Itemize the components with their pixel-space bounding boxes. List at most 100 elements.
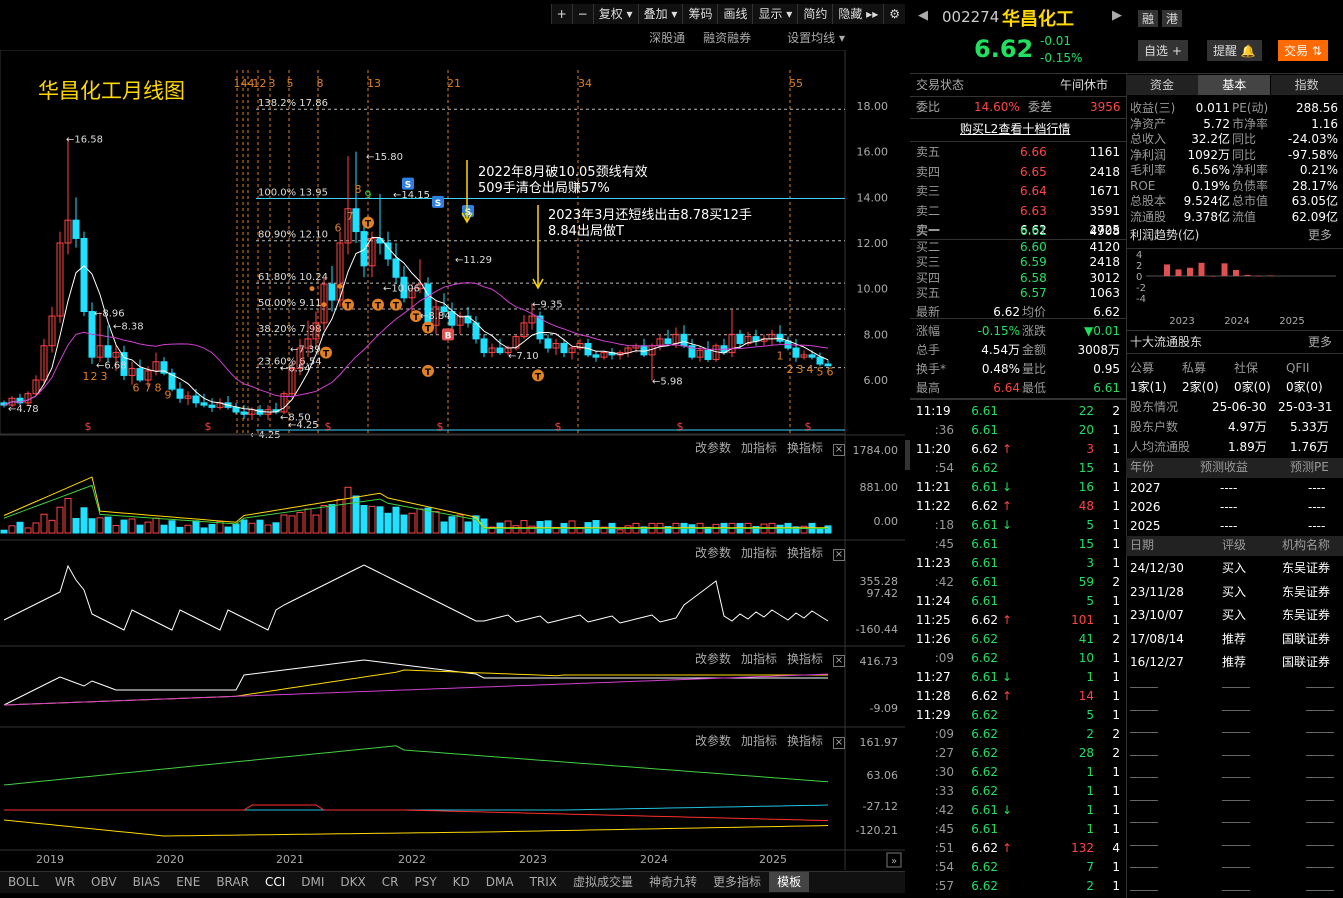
panel-2-add[interactable]: 加指标	[741, 546, 777, 560]
panel-4-close-icon[interactable]: ×	[833, 737, 845, 749]
indicator-tab[interactable]: 神奇九转	[641, 872, 705, 892]
fund-label-2: 流值	[1232, 209, 1257, 224]
prev-stock-icon[interactable]: ◀	[918, 8, 928, 23]
quote-value: 0.48%	[981, 362, 1020, 376]
display-button[interactable]: 显示 ▾	[752, 4, 798, 24]
shen-button[interactable]: 深股通	[649, 31, 685, 45]
rating-value: 推荐	[1222, 631, 1247, 646]
panel-2-params[interactable]: 改参数	[695, 546, 731, 560]
rong-badge[interactable]: 融	[1138, 10, 1159, 27]
tick-time: 11:20	[916, 442, 951, 456]
quote-value: -0.15%	[977, 324, 1020, 338]
empty-row-dash	[1306, 777, 1334, 778]
info-tab[interactable]: 基本	[1198, 75, 1271, 95]
panel-1-params[interactable]: 改参数	[695, 441, 731, 455]
info-tab[interactable]: 资金	[1126, 75, 1198, 95]
indicator-tab[interactable]: BOLL	[0, 872, 47, 892]
indicator-tab[interactable]: TRIX	[522, 872, 565, 892]
holder-col: QFII	[1286, 361, 1310, 375]
panel-4-params[interactable]: 改参数	[695, 734, 731, 748]
ratings-h1: 日期	[1130, 538, 1155, 552]
trade-button[interactable]: 交易 ⇅	[1278, 40, 1328, 61]
panel-3-switch[interactable]: 换指标	[787, 652, 823, 666]
tick-time: 11:27	[916, 670, 951, 684]
candle-body	[664, 338, 672, 344]
indicator-tab[interactable]: DKX	[332, 872, 373, 892]
panel-1-close-icon[interactable]: ×	[833, 444, 845, 456]
tick-volume: 5	[1086, 708, 1094, 722]
fib-number: 5	[287, 77, 294, 90]
indicator-tab[interactable]: 模板	[769, 872, 810, 892]
forecast-h2: 预测收益	[1200, 460, 1249, 474]
settings-gear-icon[interactable]: ⚙	[883, 4, 905, 24]
ask-label: 卖四	[916, 164, 941, 179]
volume-bar	[224, 526, 232, 534]
tick-count: 1	[1112, 461, 1120, 475]
next-stock-icon[interactable]: ▶	[1112, 8, 1122, 23]
empty-row-dash	[1130, 687, 1158, 688]
ma-settings-button[interactable]: 设置均线 ▾	[769, 31, 845, 45]
dollar-icon: $	[555, 420, 562, 433]
tick-count: 1	[1112, 594, 1120, 608]
tick-volume: 2	[1086, 727, 1094, 741]
candle-body	[208, 404, 216, 408]
draw-button[interactable]: 画线	[717, 4, 753, 24]
panel-2-close-icon[interactable]: ×	[833, 549, 845, 561]
tick-time: :36	[934, 423, 954, 437]
price-mark: ←8.50	[280, 413, 311, 424]
panel-4-switch[interactable]: 换指标	[787, 734, 823, 748]
panel-3-close-icon[interactable]: ×	[833, 655, 845, 667]
dollar-icon: $	[805, 420, 812, 433]
count-label: 1	[83, 370, 90, 383]
tick-price: 6.62	[971, 613, 998, 627]
empty-row-dash	[1222, 754, 1250, 756]
panel-1-switch[interactable]: 换指标	[787, 441, 823, 455]
volume-bar	[136, 524, 144, 534]
t-marker-text: T	[413, 313, 420, 323]
profit-bar	[1233, 269, 1239, 276]
gang-badge[interactable]: 港	[1162, 10, 1183, 27]
tick-count: 2	[1112, 746, 1120, 760]
panel-1-add[interactable]: 加指标	[741, 441, 777, 455]
indicator-tab[interactable]: DMI	[293, 872, 332, 892]
quote-label-2: 金额	[1022, 343, 1047, 357]
indicator-tab[interactable]: 虚拟成交量	[565, 872, 641, 892]
indicator-tab[interactable]: WR	[47, 872, 83, 892]
volume-bar	[72, 517, 80, 534]
indicator-tab[interactable]: BIAS	[125, 872, 169, 892]
indicator-tab[interactable]: KD	[445, 872, 478, 892]
zoom-out-button[interactable]: −	[571, 4, 593, 24]
indicator-tab[interactable]: CR	[374, 872, 407, 892]
zoom-in-button[interactable]: +	[550, 4, 572, 24]
chips-button[interactable]: 筹码	[682, 4, 718, 24]
overlay-button[interactable]: 叠加 ▾	[637, 4, 683, 24]
alert-button[interactable]: 提醒 🔔	[1207, 40, 1262, 61]
indicator-tab[interactable]: 更多指标	[705, 872, 769, 892]
panel-2-switch[interactable]: 换指标	[787, 546, 823, 560]
indicator-tab[interactable]: OBV	[83, 872, 125, 892]
candle-body	[392, 258, 400, 278]
panel-4-add[interactable]: 加指标	[741, 734, 777, 748]
profit-y-label: 0	[1136, 272, 1142, 283]
panel-3-params[interactable]: 改参数	[695, 652, 731, 666]
l2-link[interactable]: 购买L2查看十档行情	[960, 120, 1070, 139]
indicator-tab[interactable]: PSY	[406, 872, 444, 892]
panel-3-add[interactable]: 加指标	[741, 652, 777, 666]
indicator-tab[interactable]: DMA	[478, 872, 522, 892]
margin-button[interactable]: 融资融券	[703, 31, 751, 45]
restore-button[interactable]: 复权 ▾	[592, 4, 638, 24]
simple-button[interactable]: 简约	[797, 4, 833, 24]
watchlist-button[interactable]: 自选 +	[1138, 40, 1188, 61]
indicator-tab[interactable]: CCI	[257, 872, 293, 892]
holders-more[interactable]: 更多	[1308, 333, 1332, 352]
info-tab[interactable]: 指数	[1270, 75, 1343, 95]
quote-panel: ◀ 002274 华昌化工 ▶ 融 港 6.62 -0.01 -0.15% 自选…	[910, 0, 1343, 898]
profit-more[interactable]: 更多	[1308, 226, 1332, 245]
price-mark: ←8.96	[94, 308, 125, 319]
indicator-tab[interactable]: ENE	[168, 872, 208, 892]
bid-volume: 1063	[1089, 286, 1120, 300]
holder-avg-2: 1.76万	[1290, 440, 1329, 454]
hide-button[interactable]: 隐藏 ▸▸	[832, 4, 884, 24]
indicator-tab[interactable]: BRAR	[208, 872, 257, 892]
empty-row-dash	[1130, 844, 1158, 846]
